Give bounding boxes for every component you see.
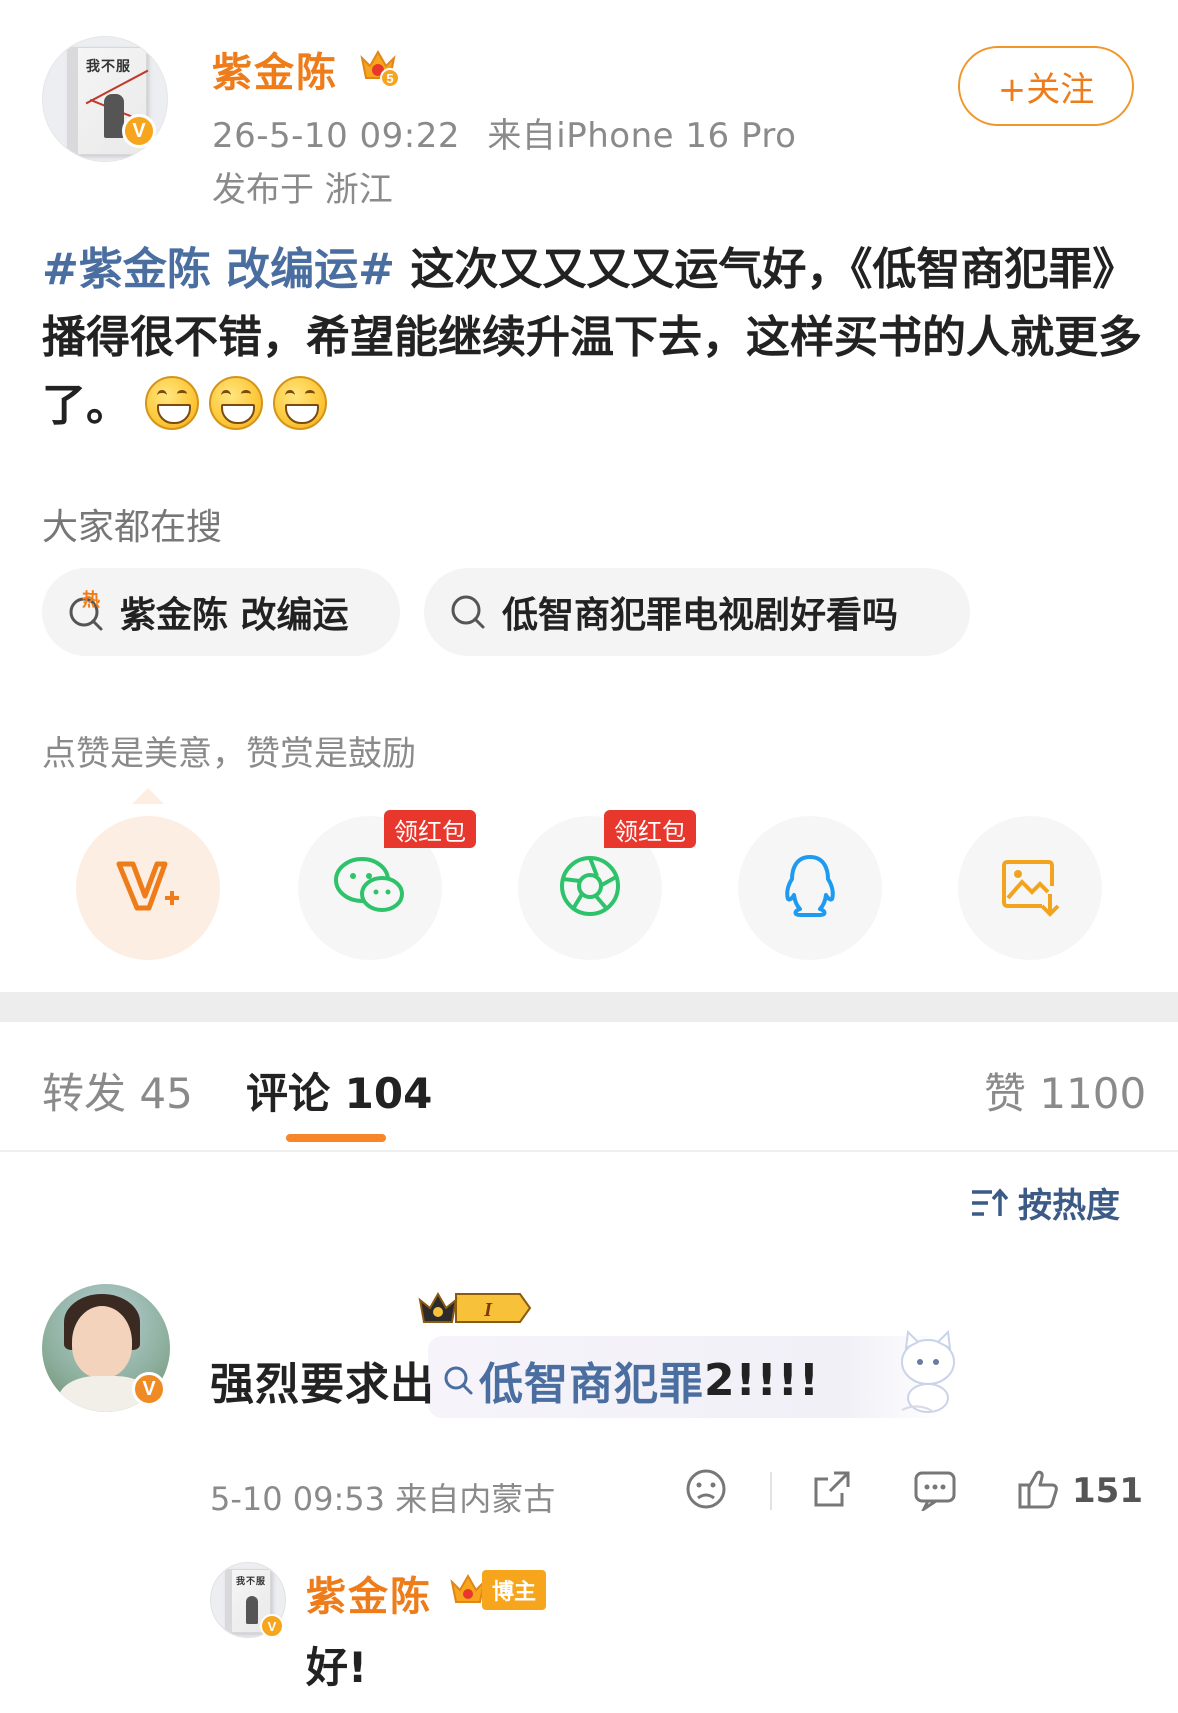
share-icon	[810, 1467, 854, 1515]
hot-tag: 热	[82, 590, 100, 611]
search-icon	[441, 1363, 475, 1397]
crown-level-icon: 5	[356, 44, 400, 88]
share-qq-button[interactable]	[738, 816, 882, 960]
grin-emoji-icon	[209, 376, 264, 430]
moments-aperture-icon	[557, 853, 623, 923]
grin-emoji-icon	[145, 376, 200, 430]
comment-text: 强烈要求出 低智商犯罪 2!!!!	[210, 1348, 820, 1412]
comment-text-suffix: 2!!!!	[704, 1354, 820, 1406]
tab-active-indicator	[286, 1134, 386, 1142]
post-source: 来自iPhone 16 Pro	[487, 116, 797, 156]
svg-text:5: 5	[386, 71, 393, 86]
reward-pointer	[132, 788, 164, 804]
reward-v-icon	[113, 856, 183, 920]
tab-repost[interactable]: 转发 45	[42, 1060, 193, 1121]
search-chip-label: 紫金陈 改编运	[120, 595, 349, 636]
hot-search-icon: 热	[66, 590, 106, 632]
verified-badge-icon: V	[260, 1614, 284, 1638]
search-chip-hot[interactable]: 热 紫金陈 改编运	[42, 568, 400, 656]
post-location: 发布于 浙江	[212, 170, 393, 210]
tab-likes[interactable]: 赞 1100	[984, 1060, 1146, 1121]
reply-text: 好!	[306, 1643, 368, 1692]
reward-hint: 点赞是美意，赞赏是鼓励	[42, 734, 416, 774]
qq-penguin-icon	[780, 853, 840, 923]
reply-comment-button[interactable]	[912, 1466, 958, 1516]
like-comment-button[interactable]: 151	[1016, 1466, 1143, 1516]
follow-button[interactable]: +关注	[958, 46, 1134, 126]
save-image-icon	[998, 854, 1062, 922]
verified-badge-icon: V	[132, 1372, 166, 1406]
blogger-badge: 博主	[448, 1570, 547, 1610]
sad-face-icon	[684, 1467, 728, 1515]
grin-emoji-icon	[273, 376, 328, 430]
comment-level-badge-icon: I	[416, 1288, 532, 1328]
wechat-icon	[332, 854, 408, 922]
sort-button[interactable]: 按热度	[970, 1178, 1120, 1227]
redpack-tag: 领红包	[604, 810, 696, 848]
reply-author-name[interactable]: 紫金陈	[306, 1564, 432, 1622]
action-separator	[770, 1472, 772, 1510]
blogger-tag: 博主	[482, 1570, 547, 1610]
search-chip-label: 低智商犯罪电视剧好看吗	[502, 595, 899, 636]
comment-text-prefix: 强烈要求出	[210, 1359, 435, 1410]
thumbs-up-icon	[1016, 1467, 1060, 1515]
post-timestamp: 26-5-10 09:22	[212, 116, 460, 156]
comment-link-text: 低智商犯罪	[479, 1359, 704, 1410]
sort-label: 按热度	[1018, 1186, 1120, 1226]
author-name[interactable]: 紫金陈	[212, 40, 338, 98]
post-meta: 26-5-10 09:22 来自iPhone 16 Pro	[212, 108, 796, 157]
tab-divider	[0, 1150, 1178, 1152]
svg-text:I: I	[483, 1299, 493, 1321]
redpack-tag: 领红包	[384, 810, 476, 848]
cat-sticker-icon	[888, 1322, 968, 1418]
save-image-button[interactable]	[958, 816, 1102, 960]
search-icon	[448, 592, 488, 632]
comment-bubble-icon	[912, 1467, 958, 1515]
like-count: 151	[1072, 1471, 1143, 1511]
sort-icon	[970, 1186, 1008, 1220]
section-divider	[0, 992, 1178, 1022]
search-section-title: 大家都在搜	[42, 507, 223, 548]
dislike-button[interactable]	[684, 1466, 728, 1516]
comment-meta: 5-10 09:53 来自内蒙古	[210, 1480, 556, 1518]
tab-comments[interactable]: 评论 104	[246, 1060, 432, 1121]
search-chip[interactable]: 低智商犯罪电视剧好看吗	[424, 568, 970, 656]
post-body: #紫金陈 改编运# 这次又又又又运气好，《低智商犯罪》播得很不错，希望能继续升温…	[42, 236, 1142, 440]
share-comment-button[interactable]	[810, 1466, 854, 1516]
comment-search-link[interactable]: 低智商犯罪	[435, 1348, 704, 1412]
post-hashtag[interactable]: #紫金陈 改编运#	[42, 244, 395, 295]
reward-button[interactable]	[76, 816, 220, 960]
verified-badge-icon: V	[122, 114, 156, 148]
